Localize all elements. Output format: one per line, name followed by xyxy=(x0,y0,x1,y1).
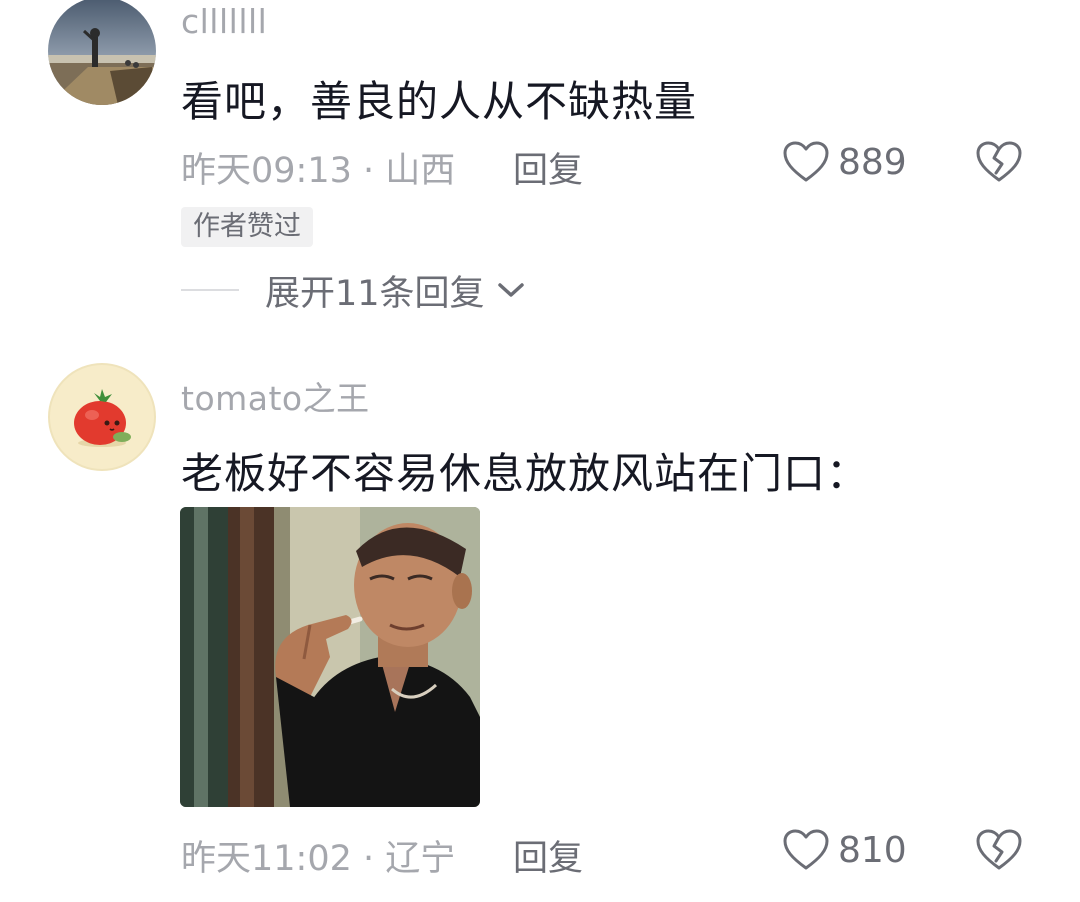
comment-time-location: 昨天09:13 · 山西 xyxy=(181,151,456,191)
like-count: 889 xyxy=(838,141,907,183)
comment-image[interactable] xyxy=(180,507,480,807)
comment-item: clllllll 看吧，善良的人从不缺热量 昨天09:13 · 山西 回复 88… xyxy=(0,0,1080,340)
heart-outline-icon xyxy=(783,141,829,182)
author-liked-badge: 作者赞过 xyxy=(181,207,313,247)
comment-text[interactable]: 看吧，善良的人从不缺热量 xyxy=(181,68,697,129)
heart-outline-icon xyxy=(783,829,829,870)
comment-username[interactable]: tomato之王 xyxy=(181,372,370,420)
comment-item: tomato之王 老板好不容易休息放放风站在门口： 昨天11:02 · 辽宁 回… xyxy=(0,340,1080,902)
chevron-down-icon xyxy=(497,283,524,297)
comment-username[interactable]: clllllll xyxy=(181,2,267,41)
dislike-button[interactable] xyxy=(975,828,1023,872)
reply-button[interactable]: 回复 xyxy=(513,142,583,193)
expand-replies-label: 展开11条回复 xyxy=(265,273,485,314)
expand-replies-button[interactable]: 展开11条回复 xyxy=(181,266,527,314)
comment-photo xyxy=(180,507,480,807)
dislike-button[interactable] xyxy=(975,140,1023,184)
broken-heart-icon xyxy=(976,141,1022,182)
comment-text[interactable]: 老板好不容易休息放放风站在门口： xyxy=(181,440,869,501)
like-count: 810 xyxy=(838,829,907,871)
comment-time-location: 昨天11:02 · 辽宁 xyxy=(181,839,456,879)
divider-line xyxy=(181,289,239,291)
reply-button[interactable]: 回复 xyxy=(513,830,583,881)
like-button[interactable]: 889 xyxy=(782,140,907,184)
avatar[interactable] xyxy=(48,363,156,471)
broken-heart-icon xyxy=(976,829,1022,870)
like-button[interactable]: 810 xyxy=(782,828,907,872)
avatar[interactable] xyxy=(48,0,156,105)
